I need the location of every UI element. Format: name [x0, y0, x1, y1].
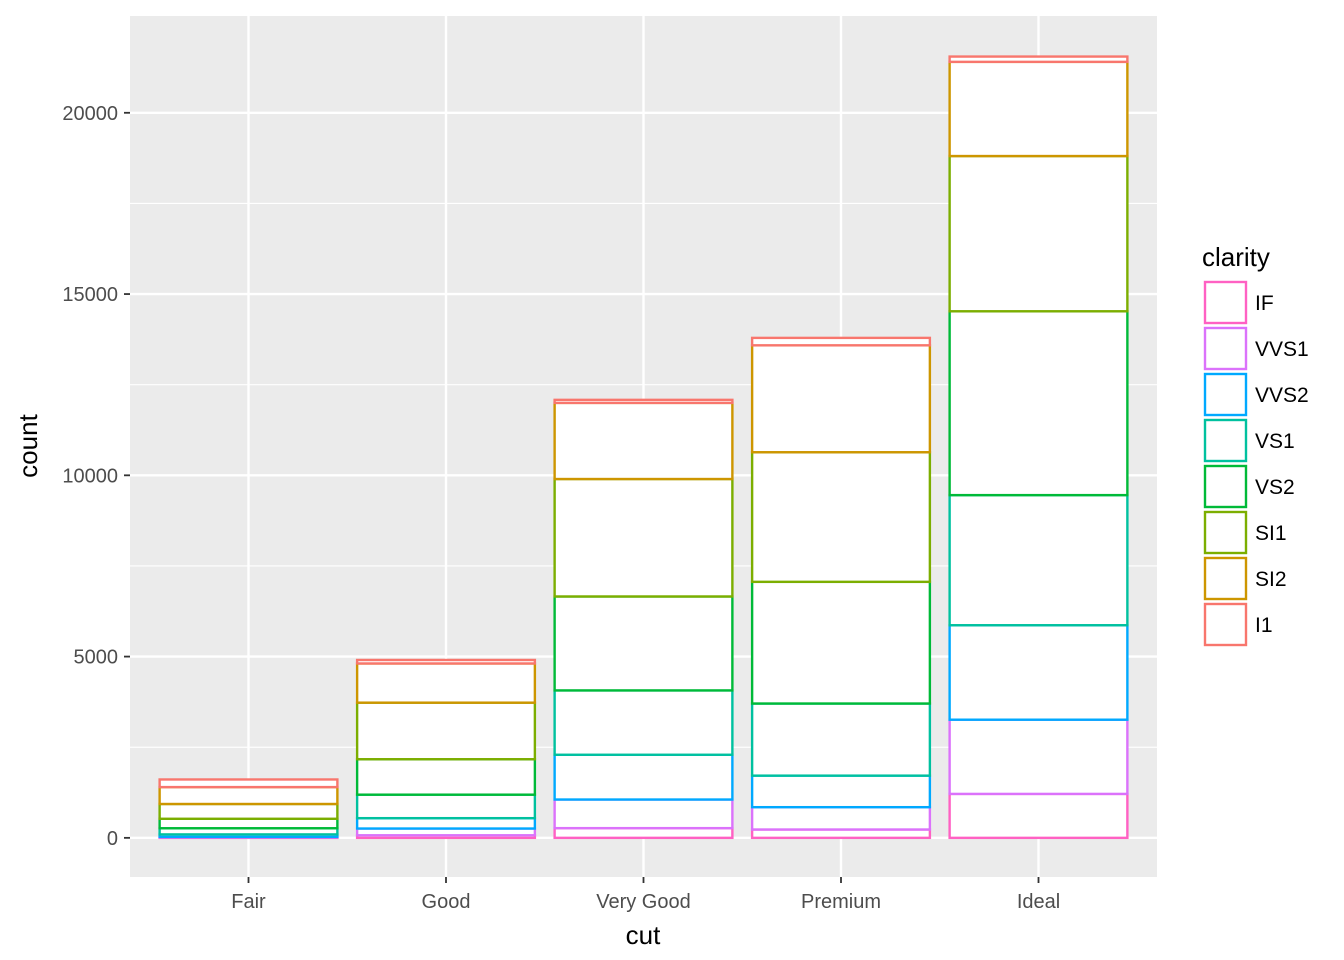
bar-segment-premium-si2 [750, 344, 932, 454]
legend-label-i1: I1 [1255, 614, 1273, 637]
bar-segment-very-good-i1 [553, 398, 734, 405]
bar-segment-fair-i1 [158, 778, 339, 789]
bar-segment-very-good-vs1 [553, 689, 734, 756]
bar-segment-very-good-if [553, 826, 734, 840]
x-tick-label: Good [422, 891, 471, 913]
legend-key-si2 [1203, 556, 1248, 601]
x-axis-title: cut [626, 920, 661, 950]
legend-key-si1 [1203, 510, 1248, 555]
bar-segment-good-vvs2 [355, 816, 537, 830]
bar-segment-ideal-if [948, 792, 1129, 840]
bar-segment-ideal-vvs1 [948, 718, 1129, 796]
bar-segment-very-good-si2 [553, 401, 734, 481]
bar-segment-premium-i1 [750, 336, 932, 347]
bar-segment-very-good-vs2 [553, 595, 734, 692]
legend-label-vvs1: VVS1 [1255, 338, 1309, 361]
legend-key-vs1 [1203, 418, 1248, 463]
bar-segment-good-si1 [355, 701, 537, 761]
bar-segment-good-vs1 [355, 793, 537, 820]
legend-label-vs1: VS1 [1255, 430, 1295, 453]
y-tick-label: 10000 [62, 465, 118, 487]
bar-segment-ideal-si2 [948, 60, 1129, 158]
legend: clarity IF VVS1 VVS2 VS1 VS2 SI1 SI2 I1 [1202, 242, 1309, 647]
x-tick-label: Very Good [596, 891, 691, 913]
legend-label-vvs2: VVS2 [1255, 384, 1309, 407]
legend-label-si2: SI2 [1255, 568, 1287, 591]
legend-label-if: IF [1255, 292, 1274, 315]
bar-segment-premium-if [750, 828, 932, 840]
bar-segment-good-i1 [355, 658, 537, 665]
legend-key-i1 [1203, 602, 1248, 647]
stacked-bar-chart: 0 5000 10000 15000 20000 Fair Good Very Good Pr… [13, 16, 1309, 950]
y-axis-title: count [13, 413, 43, 477]
y-tick-label: 0 [107, 828, 118, 850]
bar-segment-ideal-vvs2 [948, 624, 1129, 721]
legend-key-vs2 [1203, 464, 1248, 509]
bar-segment-premium-vvs2 [750, 774, 932, 809]
bar-segment-good-vs2 [355, 758, 537, 796]
x-tick-label: Ideal [1017, 891, 1060, 913]
y-tick-label: 20000 [62, 103, 118, 125]
bar-segment-fair-si1 [158, 802, 339, 820]
x-tick-label: Fair [231, 891, 266, 913]
bar-segment-very-good-vvs2 [553, 753, 734, 801]
x-axis: Fair Good Very Good Premium Ideal [231, 877, 1060, 913]
bar-segment-premium-vvs1 [750, 805, 932, 831]
bar-segment-premium-vs2 [750, 580, 932, 705]
y-tick-label: 15000 [62, 284, 118, 306]
bar-segment-fair-vs2 [158, 817, 339, 830]
bar-segment-very-good-vvs1 [553, 798, 734, 830]
bar-segment-premium-vs1 [750, 702, 932, 777]
legend-key-if [1203, 280, 1248, 325]
bar-segment-premium-si1 [750, 451, 932, 584]
y-axis: 0 5000 10000 15000 20000 [62, 103, 130, 850]
legend-key-vvs2 [1203, 372, 1248, 417]
legend-key-vvs1 [1203, 326, 1248, 371]
legend-label-vs2: VS2 [1255, 476, 1295, 499]
legend-title: clarity [1202, 242, 1270, 272]
bar-segment-ideal-vs2 [948, 310, 1129, 497]
bar-segment-ideal-vs1 [948, 493, 1129, 627]
x-tick-label: Premium [801, 891, 881, 913]
bar-segment-ideal-si1 [948, 154, 1129, 313]
bar-segment-ideal-i1 [948, 55, 1129, 64]
legend-label-si1: SI1 [1255, 522, 1287, 545]
y-tick-label: 5000 [74, 647, 119, 669]
bar-segment-fair-si2 [158, 785, 339, 806]
bar-segment-good-si2 [355, 662, 537, 704]
bar-segment-very-good-si1 [553, 477, 734, 598]
